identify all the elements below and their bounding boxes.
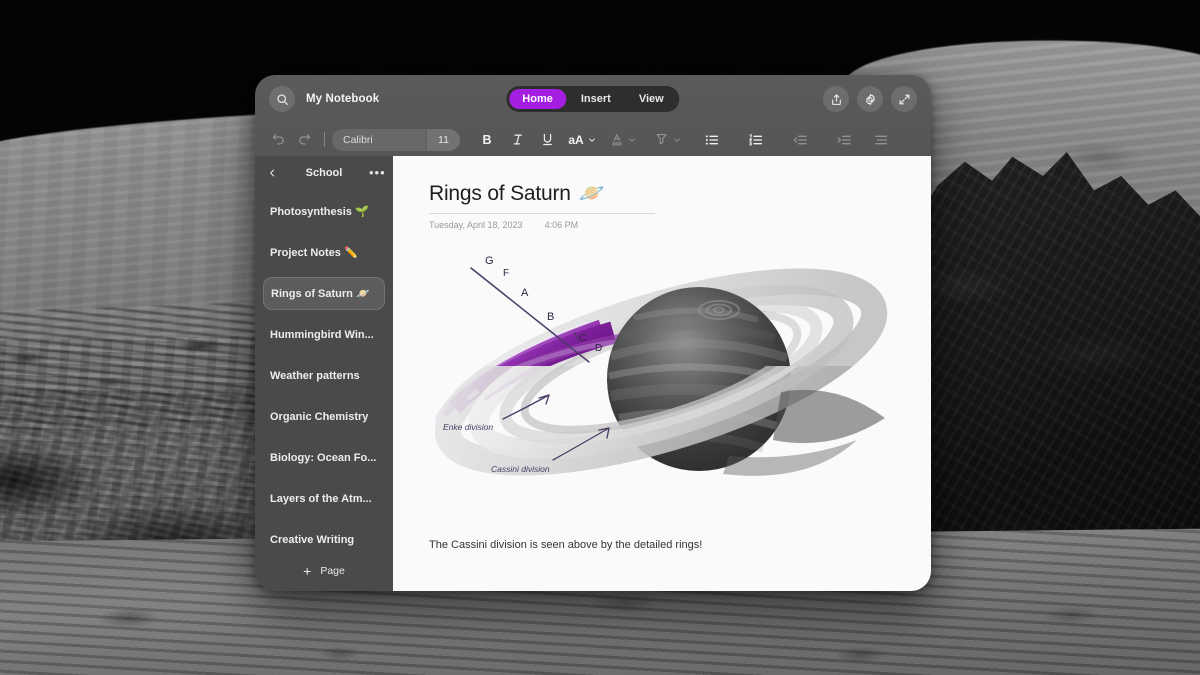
add-page-label: Page [320, 565, 345, 577]
sidebar-more-button[interactable]: ••• [369, 169, 383, 177]
ring-label-G: G [485, 255, 494, 267]
document-date: Tuesday, April 18, 2023 [429, 220, 523, 230]
plus-icon: + [303, 564, 311, 578]
ring-label-F: F [503, 268, 509, 279]
ribbon-separator [324, 132, 325, 147]
undo-button[interactable] [265, 128, 291, 152]
document-body-text: The Cassini division is seen above by th… [429, 539, 702, 551]
font-size-menu-button[interactable]: aA [562, 128, 602, 152]
font-family-input[interactable]: Calibri [332, 134, 426, 146]
saturn-rings-diagram[interactable]: G F A B C D [429, 244, 901, 514]
text-color-icon [610, 133, 624, 147]
sidebar-item-hummingbird-wings[interactable]: Hummingbird Win... [263, 318, 385, 351]
text-color-button[interactable] [602, 128, 644, 152]
window-chrome: My Notebook Home Insert View [255, 75, 931, 156]
sidebar-back-button[interactable] [265, 167, 279, 179]
tab-insert[interactable]: Insert [568, 89, 624, 109]
ring-label-A: A [521, 287, 529, 299]
bullet-list-icon [704, 132, 720, 148]
ribbon-tab-group: Home Insert View [506, 86, 679, 112]
italic-button[interactable] [502, 128, 532, 152]
sidebar-header: School ••• [255, 156, 393, 190]
bold-button[interactable]: B [472, 128, 502, 152]
chevron-left-icon [268, 167, 277, 179]
sidebar: School ••• Photosynthesis 🌱 Project Note… [255, 156, 393, 591]
expand-button[interactable] [891, 86, 917, 112]
settings-button[interactable] [857, 86, 883, 112]
sidebar-title: School [285, 167, 363, 179]
sidebar-item-weather-patterns[interactable]: Weather patterns [263, 359, 385, 392]
numbered-list-button[interactable] [734, 128, 778, 152]
sidebar-item-creative-writing[interactable]: Creative Writing [263, 523, 385, 551]
redo-icon [297, 132, 312, 147]
notebook-title: My Notebook [306, 93, 379, 105]
chevron-down-icon [673, 136, 681, 144]
annotation-cassini-label: Cassini division [491, 464, 550, 474]
numbered-list-icon [748, 132, 764, 148]
outdent-button[interactable] [778, 128, 822, 152]
outdent-icon [792, 132, 808, 148]
sidebar-page-list: Photosynthesis 🌱 Project Notes ✏️ Rings … [255, 190, 393, 551]
sidebar-item-rings-of-saturn[interactable]: Rings of Saturn 🪐 [263, 277, 385, 310]
bullet-list-button[interactable] [690, 128, 734, 152]
search-button[interactable] [269, 86, 295, 112]
ring-shadow-wedge [773, 390, 885, 443]
font-controls: Calibri 11 [332, 129, 460, 151]
expand-arrows-icon [898, 93, 911, 106]
ring-label-B: B [547, 311, 554, 323]
sidebar-item-project-notes[interactable]: Project Notes ✏️ [263, 236, 385, 269]
annotation-enke-label: Enke division [443, 422, 493, 432]
tab-home[interactable]: Home [509, 89, 566, 109]
titlebar: My Notebook Home Insert View [255, 75, 931, 123]
sidebar-item-layers-atmosphere[interactable]: Layers of the Atm... [263, 482, 385, 515]
formatting-ribbon: Calibri 11 B [255, 123, 931, 156]
font-size-input[interactable]: 11 [426, 129, 460, 151]
sidebar-item-biology-ocean[interactable]: Biology: Ocean Fo... [263, 441, 385, 474]
italic-icon [510, 132, 525, 147]
document-meta: Tuesday, April 18, 2023 4:06 PM [429, 220, 901, 230]
page-title: Rings of Saturn 🪐 [429, 182, 901, 206]
underline-button[interactable] [532, 128, 562, 152]
indent-button[interactable] [822, 128, 866, 152]
sidebar-item-photosynthesis[interactable]: Photosynthesis 🌱 [263, 195, 385, 228]
gear-icon [864, 93, 877, 106]
window-body: School ••• Photosynthesis 🌱 Project Note… [255, 156, 931, 591]
title-divider [429, 213, 655, 214]
ring-label-C: C [579, 333, 586, 344]
align-button[interactable] [866, 128, 896, 152]
window-actions [823, 86, 917, 112]
share-icon [830, 93, 843, 106]
undo-icon [271, 132, 286, 147]
saturn-illustration-svg: G F A B C D [429, 244, 929, 514]
indent-icon [836, 132, 852, 148]
chevron-down-icon [588, 136, 596, 144]
align-icon [873, 132, 889, 148]
bold-label: B [482, 133, 491, 147]
ring-label-D: D [595, 343, 602, 354]
sidebar-item-organic-chemistry[interactable]: Organic Chemistry [263, 400, 385, 433]
add-page-button[interactable]: + Page [255, 551, 393, 591]
highlighter-icon [654, 132, 669, 147]
screen: My Notebook Home Insert View [0, 0, 1200, 675]
saturn-emoji-icon: 🪐 [579, 182, 605, 206]
document-page[interactable]: Rings of Saturn 🪐 Tuesday, April 18, 202… [393, 156, 931, 591]
notebook-app-window: My Notebook Home Insert View [255, 75, 931, 591]
share-button[interactable] [823, 86, 849, 112]
page-title-text: Rings of Saturn [429, 182, 571, 206]
underline-icon [540, 132, 555, 147]
chevron-down-icon [628, 136, 636, 144]
redo-button[interactable] [291, 128, 317, 152]
document-time: 4:06 PM [545, 220, 579, 230]
search-icon [276, 93, 289, 106]
highlighter-button[interactable] [644, 128, 690, 152]
tab-view[interactable]: View [626, 89, 677, 109]
font-size-menu-label: aA [568, 133, 583, 147]
